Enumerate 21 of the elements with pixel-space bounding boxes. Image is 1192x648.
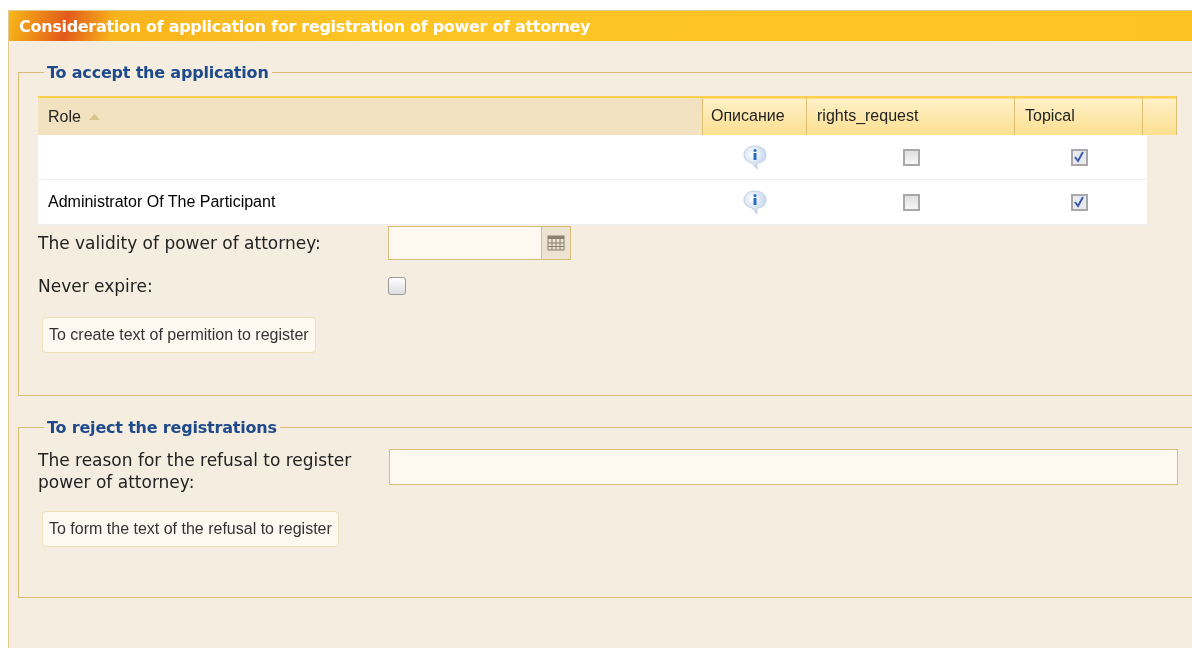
info-icon[interactable] (742, 189, 768, 215)
create-text-button[interactable]: To create text of permition to register (42, 317, 316, 353)
reason-field[interactable] (389, 449, 1178, 485)
checkbox[interactable] (902, 148, 920, 166)
group-legend: To accept the application (44, 63, 272, 82)
field-label: The reason for the refusal to register power of attorney: (38, 449, 353, 493)
panel-title: Consideration of application for registration of power of attorney (19, 16, 591, 36)
calendar-icon[interactable] (547, 235, 565, 251)
table-cell: Administrator Of The Participant (48, 193, 276, 211)
table-row[interactable]: Administrator Of The Participant (38, 180, 1147, 225)
date-field[interactable] (388, 226, 571, 260)
group-legend: To reject the registrations (44, 418, 280, 437)
field-label: The validity of power of attorney: (38, 233, 322, 253)
column-header[interactable]: Role (38, 96, 703, 135)
checkbox[interactable] (388, 277, 406, 295)
checkbox[interactable] (902, 193, 920, 211)
field-label: Never expire: (38, 276, 154, 296)
info-icon[interactable] (742, 144, 768, 170)
checkbox[interactable] (1070, 148, 1088, 166)
checkbox[interactable] (1070, 193, 1088, 211)
form-text-button[interactable]: To form the text of the refusal to register (42, 511, 339, 547)
